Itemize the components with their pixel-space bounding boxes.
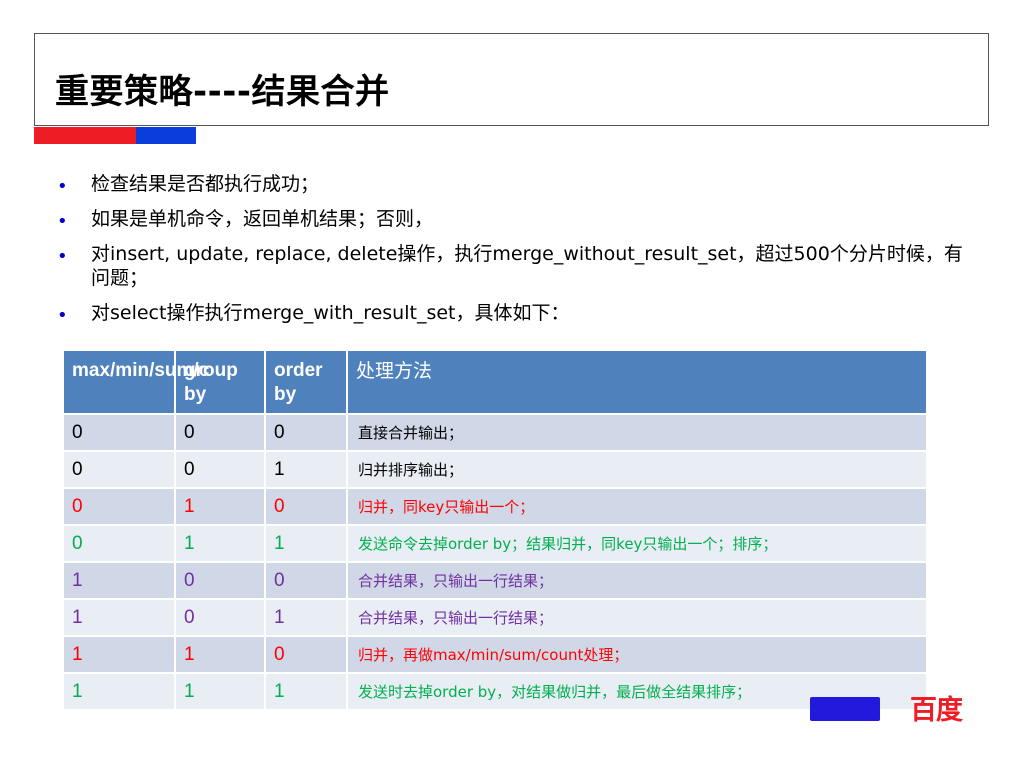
cell-order-by: 1 bbox=[265, 672, 348, 709]
bullet-text: 如果是单机命令，返回单机结果；否则， bbox=[91, 208, 434, 230]
table-header-row: max/min/sum/c group by order by 处理方法 bbox=[64, 351, 928, 414]
cell-aggregate: 0 bbox=[64, 413, 176, 451]
cell-method: 归并，再做max/min/sum/count处理； bbox=[347, 635, 928, 673]
cell-group-by: 0 bbox=[175, 561, 266, 599]
cell-method: 发送命令去掉order by；结果归并，同key只输出一个；排序； bbox=[347, 524, 928, 562]
logo-wordmark: 百度 bbox=[910, 695, 963, 726]
cell-group-by: 1 bbox=[175, 672, 266, 709]
cell-method: 合并结果，只输出一行结果； bbox=[347, 561, 928, 599]
cell-group-by: 0 bbox=[175, 598, 266, 636]
logo-paw-mark-icon bbox=[810, 697, 880, 721]
bullet-text: 对select操作执行merge_with_result_set，具体如下： bbox=[91, 302, 570, 324]
cell-order-by: 0 bbox=[265, 487, 348, 525]
cell-aggregate: 0 bbox=[64, 487, 176, 525]
cell-aggregate: 1 bbox=[64, 672, 176, 709]
title-box: 重要策略----结果合并 bbox=[34, 33, 989, 126]
cell-method: 归并排序输出； bbox=[347, 450, 928, 488]
bullet-item: • 对insert, update, replace, delete操作，执行me… bbox=[55, 242, 975, 290]
bullet-dot-icon: • bbox=[57, 246, 68, 267]
bullet-dot-icon: • bbox=[57, 211, 68, 232]
table-row: 0 0 1 归并排序输出； bbox=[64, 450, 928, 488]
cell-aggregate: 0 bbox=[64, 524, 176, 562]
title-accent-bar-blue bbox=[136, 127, 196, 144]
cell-method: 合并结果，只输出一行结果； bbox=[347, 598, 928, 636]
cell-order-by: 1 bbox=[265, 598, 348, 636]
table-row: 1 1 1 发送时去掉order by，对结果做归并，最后做全结果排序； bbox=[64, 672, 928, 709]
cell-order-by: 0 bbox=[265, 561, 348, 599]
table-row: 0 1 0 归并，同key只输出一个； bbox=[64, 487, 928, 525]
table-body: 0 0 0 直接合并输出； 0 0 1 归并排序输出； 0 1 0 归并，同ke… bbox=[64, 413, 928, 709]
cell-group-by: 1 bbox=[175, 635, 266, 673]
table-row: 1 0 1 合并结果，只输出一行结果； bbox=[64, 598, 928, 636]
cell-order-by: 0 bbox=[265, 635, 348, 673]
table-row: 0 1 1 发送命令去掉order by；结果归并，同key只输出一个；排序； bbox=[64, 524, 928, 562]
bullet-text: 检查结果是否都执行成功； bbox=[91, 173, 320, 195]
cell-aggregate: 1 bbox=[64, 598, 176, 636]
merge-strategy-table: max/min/sum/c group by order by 处理方法 0 0… bbox=[64, 351, 928, 709]
baidu-logo: 百度 bbox=[810, 688, 990, 726]
cell-order-by: 1 bbox=[265, 450, 348, 488]
title-accent-bar-red bbox=[34, 127, 136, 144]
table-row: 0 0 0 直接合并输出； bbox=[64, 413, 928, 451]
bullet-dot-icon: • bbox=[57, 305, 68, 326]
cell-aggregate: 1 bbox=[64, 561, 176, 599]
cell-group-by: 1 bbox=[175, 487, 266, 525]
slide-title: 重要策略----结果合并 bbox=[55, 72, 390, 112]
bullet-item: • 如果是单机命令，返回单机结果；否则， bbox=[55, 207, 975, 232]
cell-order-by: 0 bbox=[265, 413, 348, 451]
column-header-method: 处理方法 bbox=[347, 351, 928, 414]
table-row: 1 1 0 归并，再做max/min/sum/count处理； bbox=[64, 635, 928, 673]
cell-aggregate: 1 bbox=[64, 635, 176, 673]
table-row: 1 0 0 合并结果，只输出一行结果； bbox=[64, 561, 928, 599]
bullet-list: • 检查结果是否都执行成功； • 如果是单机命令，返回单机结果；否则， • 对inse… bbox=[55, 172, 975, 336]
column-header-order-by: order by bbox=[265, 351, 348, 414]
bullet-dot-icon: • bbox=[57, 176, 68, 197]
column-header-group-by: group by bbox=[175, 351, 266, 414]
cell-method: 归并，同key只输出一个； bbox=[347, 487, 928, 525]
bullet-text: 对insert, update, replace, delete操作，执行mer… bbox=[91, 243, 963, 289]
cell-group-by: 0 bbox=[175, 450, 266, 488]
cell-method: 直接合并输出； bbox=[347, 413, 928, 451]
column-header-aggregate: max/min/sum/c bbox=[64, 351, 209, 414]
cell-group-by: 0 bbox=[175, 413, 266, 451]
cell-order-by: 1 bbox=[265, 524, 348, 562]
cell-group-by: 1 bbox=[175, 524, 266, 562]
bullet-item: • 检查结果是否都执行成功； bbox=[55, 172, 975, 197]
bullet-item: • 对select操作执行merge_with_result_set，具体如下： bbox=[55, 301, 975, 326]
cell-aggregate: 0 bbox=[64, 450, 176, 488]
